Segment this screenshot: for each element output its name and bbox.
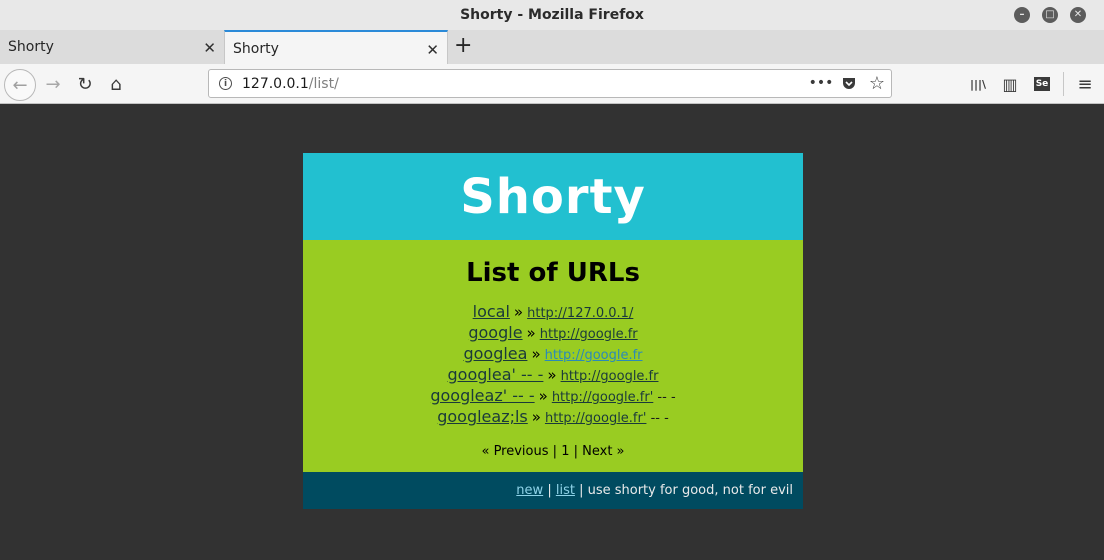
page-actions-icon[interactable]: ••• xyxy=(809,73,834,93)
list-item: local» http://127.0.0.1/ xyxy=(303,302,803,323)
site-header: Shorty xyxy=(303,153,803,240)
arrow-separator: » xyxy=(513,303,524,321)
navigation-bar: ← → ↻ ⌂ i 127.0.0.1/list/ ••• ☆ |||\ ▥ S… xyxy=(0,64,1104,104)
main-section: List of URLs local» http://127.0.0.1/ goo… xyxy=(303,240,803,472)
tab-shorty-1[interactable]: Shorty ✕ xyxy=(0,30,224,64)
window-title: Shorty - Mozilla Firefox xyxy=(460,7,644,23)
menu-icon[interactable]: ≡ xyxy=(1072,71,1098,97)
selenium-icon-label: Se xyxy=(1033,77,1051,91)
target-url-link[interactable]: http://google.fr xyxy=(545,348,643,363)
pager-separator: | xyxy=(552,444,558,459)
target-url-link[interactable]: http://google.fr xyxy=(561,369,659,384)
selenium-icon[interactable]: Se xyxy=(1029,71,1055,97)
next-link[interactable]: Next » xyxy=(582,444,624,459)
page-number[interactable]: 1 xyxy=(561,444,569,459)
new-link[interactable]: new xyxy=(516,483,543,498)
pager-separator: | xyxy=(573,444,578,459)
tab-label: Shorty xyxy=(233,40,279,57)
short-link[interactable]: local xyxy=(473,302,510,321)
url-list: local» http://127.0.0.1/ google» http://go… xyxy=(303,302,803,428)
footer-tagline: | use shorty for good, not for evil xyxy=(579,483,793,498)
arrow-separator: » xyxy=(547,366,557,384)
site-title: Shorty xyxy=(460,168,646,225)
list-link[interactable]: list xyxy=(556,483,575,498)
url-trail: -- - xyxy=(646,411,669,426)
target-url-link[interactable]: http://google.fr xyxy=(540,327,638,342)
page-viewport: Shorty List of URLs local» http://127.0.0… xyxy=(0,105,1104,560)
maximize-button[interactable]: □ xyxy=(1042,7,1058,23)
url-host: 127.0.0.1 xyxy=(242,75,309,92)
footer-separator: | xyxy=(547,483,552,498)
home-button[interactable]: ⌂ xyxy=(103,71,129,97)
reload-button[interactable]: ↻ xyxy=(72,71,98,97)
tab-label: Shorty xyxy=(8,39,54,55)
pagination: « Previous | 1 | Next » xyxy=(303,444,803,459)
tab-bar: Shorty ✕ Shorty ✕ + xyxy=(0,30,1104,65)
short-link[interactable]: googlea xyxy=(463,344,527,363)
list-item: googleaz' -- -» http://google.fr' -- - xyxy=(303,386,803,407)
url-actions: ••• ☆ xyxy=(809,73,887,94)
url-path: /list/ xyxy=(308,75,339,92)
short-link[interactable]: googleaz;ls xyxy=(437,407,528,426)
short-link[interactable]: google xyxy=(468,323,522,342)
list-item: googlea» http://google.fr xyxy=(303,344,803,365)
pocket-icon[interactable] xyxy=(839,73,859,93)
toolbar-separator xyxy=(1063,72,1064,96)
url-bar[interactable]: i 127.0.0.1/list/ ••• ☆ xyxy=(208,69,892,98)
toolbar-right: |||\ ▥ Se ≡ xyxy=(959,71,1104,97)
library-icon[interactable]: |||\ xyxy=(965,71,991,97)
tab-shorty-2-active[interactable]: Shorty ✕ xyxy=(224,30,448,65)
arrow-separator: » xyxy=(526,324,536,342)
minimize-button[interactable]: – xyxy=(1014,7,1030,23)
target-url-link[interactable]: http://google.fr' xyxy=(552,390,653,405)
info-icon[interactable]: i xyxy=(219,77,232,90)
close-tab-icon[interactable]: ✕ xyxy=(203,39,216,57)
site-footer: new | list | use shorty for good, not fo… xyxy=(303,472,803,509)
forward-button[interactable]: → xyxy=(40,71,66,97)
shorty-card: Shorty List of URLs local» http://127.0.0… xyxy=(303,153,803,509)
arrow-separator: » xyxy=(531,408,541,426)
new-tab-button[interactable]: + xyxy=(454,33,472,58)
arrow-separator: » xyxy=(531,345,541,363)
short-link[interactable]: googleaz' -- - xyxy=(430,386,534,405)
window-controls: – □ ✕ xyxy=(1014,7,1086,23)
window-titlebar: Shorty - Mozilla Firefox – □ ✕ xyxy=(0,0,1104,30)
target-url-link[interactable]: http://google.fr' xyxy=(545,411,646,426)
list-item: google» http://google.fr xyxy=(303,323,803,344)
short-link[interactable]: googlea' -- - xyxy=(448,365,544,384)
previous-link[interactable]: « Previous xyxy=(481,444,548,459)
target-url-link[interactable]: http://127.0.0.1/ xyxy=(527,306,633,321)
url-trail: -- - xyxy=(653,390,676,405)
bookmark-star-icon[interactable]: ☆ xyxy=(867,73,887,94)
page-heading: List of URLs xyxy=(466,258,640,288)
close-tab-icon[interactable]: ✕ xyxy=(426,41,439,59)
back-button[interactable]: ← xyxy=(4,69,36,101)
close-window-button[interactable]: ✕ xyxy=(1070,7,1086,23)
arrow-separator: » xyxy=(538,387,548,405)
list-item: googlea' -- -» http://google.fr xyxy=(303,365,803,386)
list-item: googleaz;ls» http://google.fr' -- - xyxy=(303,407,803,428)
sidebar-icon[interactable]: ▥ xyxy=(997,71,1023,97)
